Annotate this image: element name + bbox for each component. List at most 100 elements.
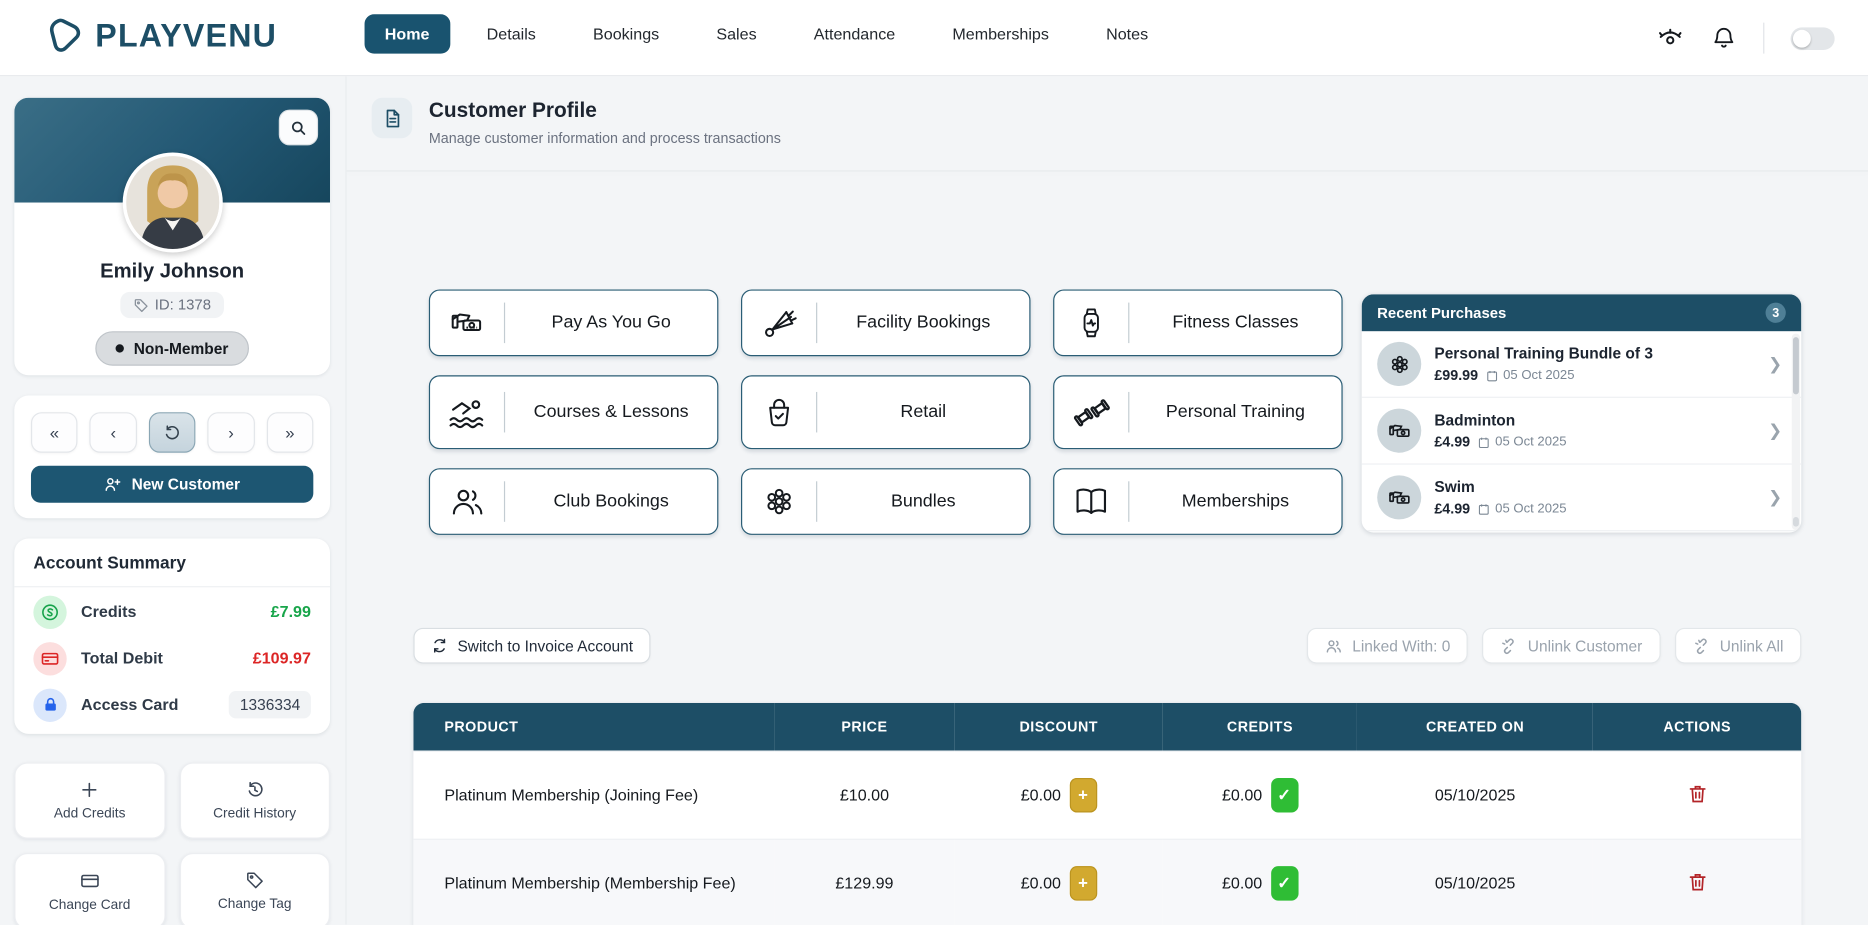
switch-icon	[431, 637, 448, 654]
cell-price: £129.99	[774, 839, 954, 925]
account-summary-title: Account Summary	[14, 538, 330, 587]
recent-purchases-panel: Recent Purchases 3 Personal Training Bun…	[1362, 294, 1802, 532]
tile-retail[interactable]: Retail	[741, 375, 1030, 449]
account-summary-card: Account Summary Credits £7.99	[14, 538, 330, 733]
lock-icon	[33, 688, 66, 721]
page-title: Customer Profile	[429, 98, 781, 123]
col-actions: ACTIONS	[1593, 703, 1801, 751]
access-card-value: 1336334	[229, 691, 311, 718]
tile-label: Memberships	[1129, 490, 1341, 512]
add-credits-button[interactable]: Add Credits	[14, 762, 165, 838]
tile-bundles[interactable]: Bundles	[741, 468, 1030, 535]
playvenu-logo-icon	[43, 15, 84, 56]
top-navigation-bar: PLAYVENU Home Details Bookings Sales Att…	[0, 0, 1868, 76]
next-customer-button[interactable]: ›	[208, 412, 255, 453]
add-discount-button[interactable]: +	[1069, 777, 1096, 812]
cell-product: Platinum Membership (Membership Fee)	[413, 839, 774, 925]
notifications-bell-icon[interactable]	[1711, 25, 1737, 51]
theme-toggle[interactable]	[1791, 27, 1835, 50]
purchase-price: £4.99	[1434, 434, 1470, 451]
tile-label: Club Bookings	[505, 490, 717, 512]
nav-tab-sales[interactable]: Sales	[696, 14, 777, 53]
calendar-icon	[1477, 502, 1490, 515]
change-tag-button[interactable]: Change Tag	[179, 853, 330, 925]
plus-icon	[80, 780, 99, 799]
credit-history-button[interactable]: Credit History	[179, 762, 330, 838]
recent-purchases-header: Recent Purchases 3	[1362, 294, 1802, 331]
tag-icon	[245, 871, 264, 890]
nav-tab-attendance[interactable]: Attendance	[794, 14, 916, 53]
cell-actions	[1593, 839, 1801, 925]
purchase-name: Swim	[1434, 478, 1755, 496]
cell-credits: £0.00 ✓	[1163, 839, 1357, 925]
previous-customer-button[interactable]: ‹	[90, 412, 137, 453]
tile-courses-lessons[interactable]: Courses & Lessons	[429, 375, 718, 449]
cell-created-on: 05/10/2025	[1357, 751, 1593, 839]
account-toolbar: Switch to Invoice Account Linked With: 0	[347, 628, 1868, 664]
unlink-all-button[interactable]: Unlink All	[1674, 628, 1801, 664]
calendar-icon	[1485, 369, 1498, 382]
tile-memberships[interactable]: Memberships	[1053, 468, 1342, 535]
customer-sidebar: Emily Johnson ID: 1378 Non-Member « ‹	[0, 76, 347, 924]
purchases-scrollbar[interactable]	[1792, 334, 1800, 531]
tile-club-bookings[interactable]: Club Bookings	[429, 468, 718, 535]
reset-customer-button[interactable]	[149, 412, 196, 453]
page-subtitle: Manage customer information and process …	[429, 130, 781, 147]
eye-icon[interactable]	[1656, 24, 1685, 53]
total-debit-value: £109.97	[253, 649, 311, 667]
col-created-on: CREATED ON	[1357, 703, 1593, 751]
new-customer-button[interactable]: New Customer	[31, 466, 313, 503]
purchase-date: 05 Oct 2025	[1477, 435, 1566, 449]
cash-hand-icon	[1377, 475, 1421, 519]
cash-hand-icon	[430, 304, 504, 342]
credits-label: Credits	[81, 603, 271, 621]
cell-actions	[1593, 751, 1801, 839]
unlink-icon	[1500, 637, 1518, 655]
tile-fitness-classes[interactable]: Fitness Classes	[1053, 289, 1342, 356]
people-icon	[430, 482, 504, 520]
tile-facility-bookings[interactable]: Facility Bookings	[741, 289, 1030, 356]
purchase-name: Personal Training Bundle of 3	[1434, 344, 1755, 362]
customer-name: Emily Johnson	[14, 260, 330, 284]
col-product: PRODUCT	[413, 703, 774, 751]
linked-with-button[interactable]: Linked With: 0	[1307, 628, 1468, 664]
tile-label: Fitness Classes	[1129, 312, 1341, 334]
delete-row-button[interactable]	[1686, 871, 1707, 892]
apply-credits-button[interactable]: ✓	[1271, 777, 1298, 812]
switch-to-invoice-account-button[interactable]: Switch to Invoice Account	[413, 628, 651, 664]
nav-tab-bookings[interactable]: Bookings	[573, 14, 680, 53]
purchase-price: £99.99	[1434, 367, 1478, 384]
card-icon	[80, 870, 100, 890]
nav-tab-notes[interactable]: Notes	[1086, 14, 1169, 53]
apply-credits-button[interactable]: ✓	[1271, 866, 1298, 901]
purchase-date: 05 Oct 2025	[1477, 502, 1566, 516]
recent-purchases-title: Recent Purchases	[1377, 304, 1765, 321]
tile-personal-training[interactable]: Personal Training	[1053, 375, 1342, 449]
credits-row: Credits £7.99	[14, 590, 330, 634]
credits-coin-icon	[33, 595, 66, 628]
change-card-button[interactable]: Change Card	[14, 853, 165, 925]
main-nav: Home Details Bookings Sales Attendance M…	[365, 14, 1169, 53]
tile-pay-as-you-go[interactable]: Pay As You Go	[429, 289, 718, 356]
chevron-right-icon: ❯	[1768, 421, 1782, 441]
table-header-row: PRODUCT PRICE DISCOUNT CREDITS CREATED O…	[413, 703, 1801, 751]
customer-search-button[interactable]	[279, 110, 318, 146]
nav-tab-home[interactable]: Home	[365, 14, 450, 53]
basket-table: PRODUCT PRICE DISCOUNT CREDITS CREATED O…	[413, 703, 1801, 925]
unlink-all-label: Unlink All	[1720, 637, 1784, 655]
col-price: PRICE	[774, 703, 954, 751]
last-customer-button[interactable]: »	[266, 412, 313, 453]
purchase-item[interactable]: Personal Training Bundle of 3 £99.99 05 …	[1362, 331, 1802, 398]
sale-category-grid: Pay As You Go Facility Bookings	[429, 289, 1343, 534]
delete-row-button[interactable]	[1686, 782, 1707, 803]
first-customer-button[interactable]: «	[31, 412, 78, 453]
purchase-item[interactable]: Swim £4.99 05 Oct 2025 ❯	[1362, 465, 1802, 532]
purchase-item[interactable]: Badminton £4.99 05 Oct 2025 ❯	[1362, 398, 1802, 465]
unlink-customer-button[interactable]: Unlink Customer	[1483, 628, 1661, 664]
nav-tab-details[interactable]: Details	[466, 14, 556, 53]
nav-tab-memberships[interactable]: Memberships	[932, 14, 1069, 53]
change-tag-label: Change Tag	[218, 897, 292, 911]
purchase-price: £4.99	[1434, 500, 1470, 517]
bundle-flower-icon	[1377, 342, 1421, 386]
add-discount-button[interactable]: +	[1069, 866, 1096, 901]
